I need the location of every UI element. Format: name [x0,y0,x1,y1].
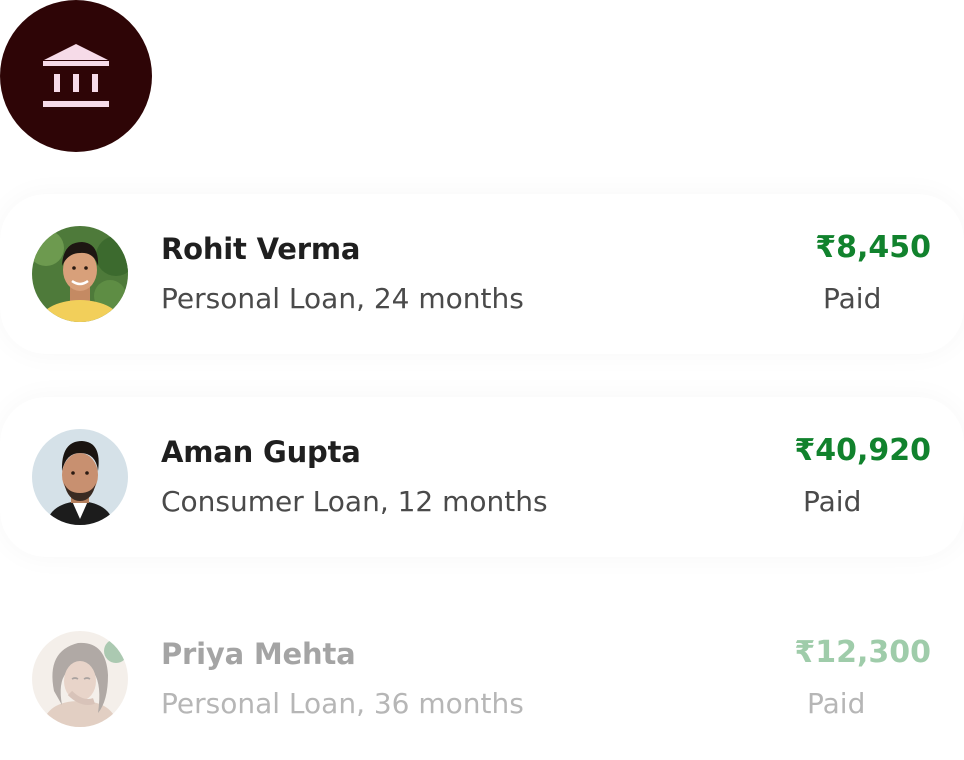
amount: ₹8,450 [815,230,931,265]
amount: ₹12,300 [794,635,931,670]
transaction-row[interactable]: Rohit Verma Personal Loan, 24 months ₹8,… [0,220,964,330]
loan-description: Consumer Loan, 12 months [161,485,548,518]
customer-name: Rohit Verma [161,232,361,266]
avatar [32,631,128,727]
transaction-row[interactable]: Aman Gupta Consumer Loan, 12 months ₹40,… [0,423,964,533]
bank-icon [43,44,109,107]
customer-name: Priya Mehta [161,637,356,671]
customer-name: Aman Gupta [161,435,361,469]
avatar [32,226,128,322]
status-label: Paid [823,282,882,315]
transaction-row[interactable]: Priya Mehta Personal Loan, 36 months ₹12… [0,625,964,735]
status-label: Paid [803,485,862,518]
avatar [32,429,128,525]
amount: ₹40,920 [794,433,931,468]
loan-description: Personal Loan, 24 months [161,282,524,315]
loan-description: Personal Loan, 36 months [161,687,524,720]
bank-badge [0,0,152,152]
status-label: Paid [807,687,866,720]
